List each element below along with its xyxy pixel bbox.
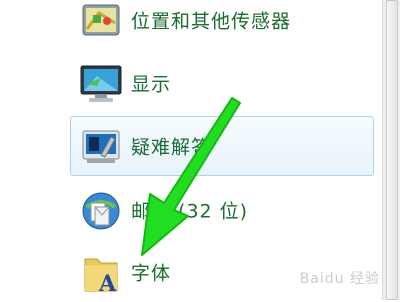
display-monitor-icon: [77, 62, 125, 106]
list-item-label: 疑难解答: [131, 136, 212, 159]
scrollbar-thumb[interactable]: [386, 0, 398, 300]
list-item-display[interactable]: 显示: [70, 53, 374, 113]
vertical-scrollbar[interactable]: [382, 0, 400, 300]
list-item-mail[interactable]: 邮件 (32 位): [70, 180, 374, 240]
svg-text:A: A: [98, 271, 117, 295]
list-item-troubleshooting[interactable]: 疑难解答: [70, 116, 374, 176]
list-item-label: 位置和其他传感器: [131, 10, 292, 33]
mail-icon: [77, 189, 125, 233]
list-item-label: 显示: [131, 73, 172, 96]
list-item-label: 邮件 (32 位): [131, 200, 249, 223]
troubleshooting-icon: [77, 125, 125, 169]
control-panel-list: 位置和其他传感器 显示 疑难解答 邮件 (32 位) A 字体: [0, 0, 400, 300]
location-sensor-icon: [77, 0, 125, 43]
fonts-folder-icon: A: [77, 251, 125, 297]
list-item-label: 字体: [131, 262, 172, 285]
watermark: Baidu 经验: [299, 271, 380, 287]
list-item-location-sensors[interactable]: 位置和其他传感器: [70, 0, 374, 50]
